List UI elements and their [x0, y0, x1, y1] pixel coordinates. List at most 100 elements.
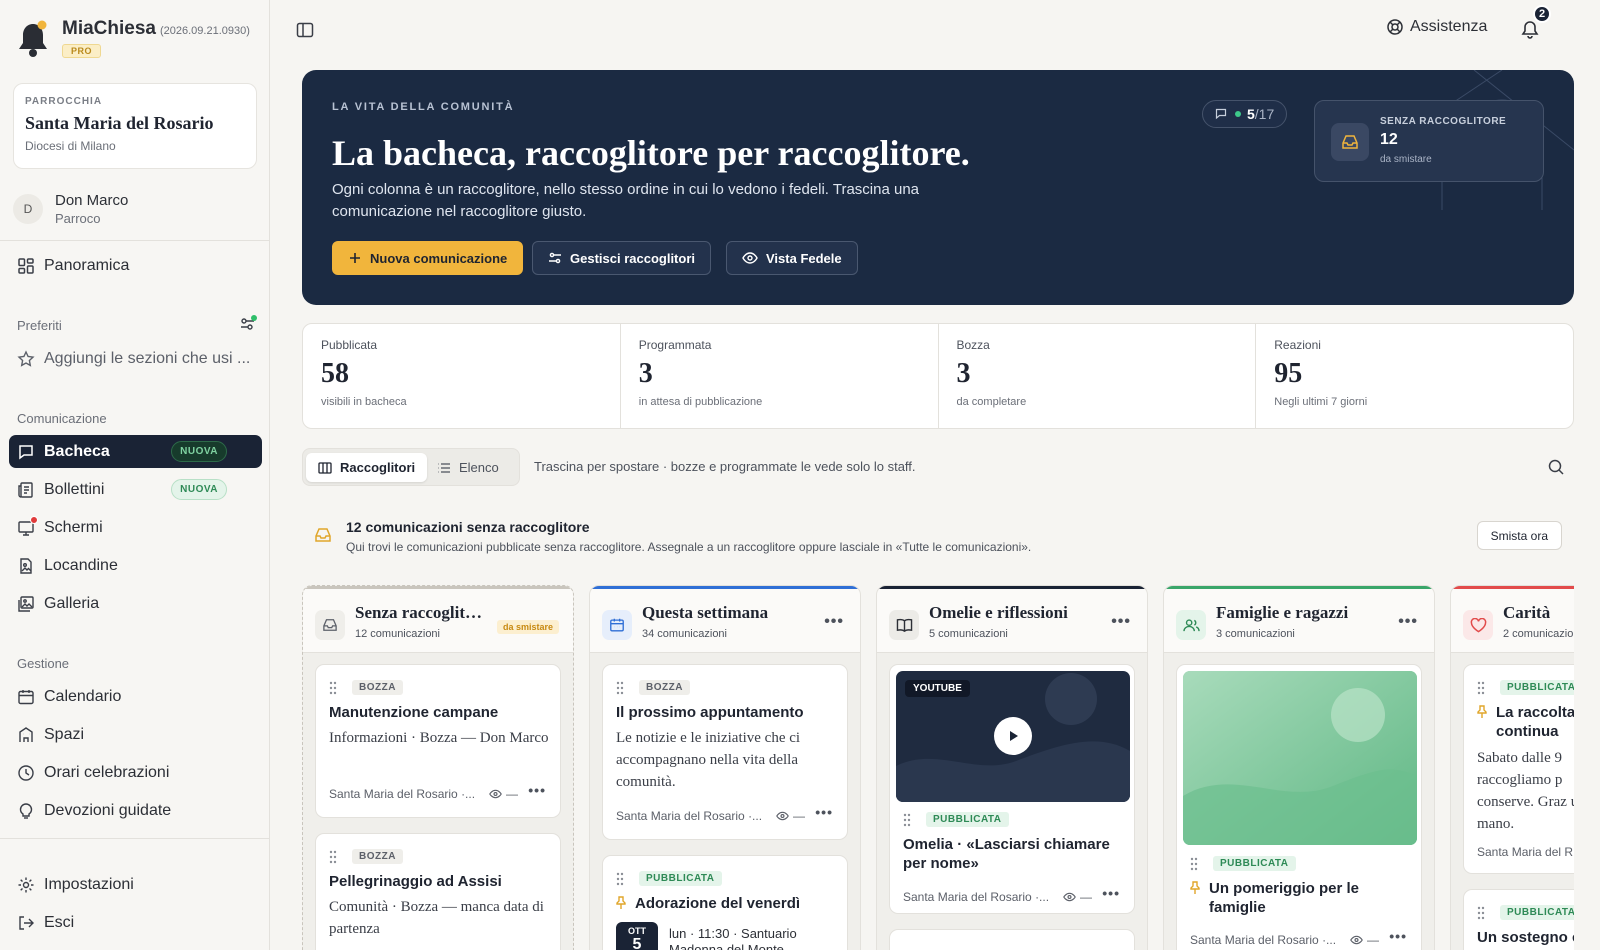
post-card[interactable]: [889, 929, 1135, 950]
drag-handle-icon[interactable]: [616, 681, 624, 695]
drag-handle-icon[interactable]: [903, 813, 911, 827]
card-title: Un pomeriggio per le famiglie: [1209, 880, 1360, 916]
sidebar-item-label: Impostazioni: [44, 875, 134, 893]
tab-folders[interactable]: Raccoglitori: [306, 453, 428, 482]
sidebar-item-locandine[interactable]: Locandine: [9, 549, 262, 582]
image-thumbnail[interactable]: [1183, 671, 1417, 845]
video-card[interactable]: YOUTUBE PUBBLICATA Omelia · «Lasciarsi c…: [889, 664, 1135, 914]
sidebar-item-label: Bacheca: [44, 442, 110, 460]
stat-published: Pubblicata 58 visibili in bacheca: [303, 324, 621, 428]
card-title: Manutenzione campane: [329, 704, 499, 721]
sidebar-item-bollettini[interactable]: Bollettini NUOVA: [9, 473, 262, 506]
stat-draft: Bozza 3 da completare: [939, 324, 1257, 428]
stat-label: Reazioni: [1274, 338, 1321, 352]
card-menu-button[interactable]: •••: [815, 804, 833, 820]
list-icon: [438, 462, 450, 473]
sidebar-item-bacheca[interactable]: Bacheca NUOVA: [9, 435, 262, 468]
gear-icon: [17, 876, 35, 894]
card-footer: Santa Maria del R: [1477, 845, 1574, 859]
sidebar-item-settings[interactable]: Impostazioni: [9, 868, 262, 901]
lightbulb-icon: [17, 802, 35, 820]
column-menu-button[interactable]: •••: [1111, 613, 1131, 631]
customize-favorites-icon[interactable]: [239, 315, 257, 333]
clock-icon: [17, 764, 35, 782]
drag-handle-icon[interactable]: [329, 681, 337, 695]
images-icon: [17, 595, 35, 613]
sidebar-item-label: Calendario: [44, 687, 122, 705]
card-body: Sabato dalle 9 raccogliamo p conserve. G…: [1477, 750, 1574, 832]
sidebar: MiaChiesa (2026.09.21.0930) PRO PARROCCHI…: [0, 0, 270, 950]
drag-hint: Trascina per spostare · bozze e programm…: [534, 459, 916, 474]
plus-icon: [350, 253, 360, 263]
alert-dot: [30, 515, 38, 524]
sidebar-item-galleria[interactable]: Galleria: [9, 587, 262, 620]
calendar-icon: [17, 688, 35, 706]
card-title: Adorazione del venerdì: [635, 895, 801, 912]
image-card[interactable]: PUBBLICATA Un pomeriggio per le famiglie…: [1176, 664, 1422, 950]
manage-folders-button[interactable]: Gestisci raccoglitori: [532, 241, 711, 275]
hero-title: La bacheca, raccoglitore per raccoglitor…: [332, 133, 970, 173]
column-header[interactable]: Senza raccoglitore 12 comunicazioni da s…: [303, 589, 573, 653]
user-profile[interactable]: D Don Marco Parroco: [13, 192, 128, 226]
post-card[interactable]: BOZZA Il prossimo appuntamento Le notizi…: [602, 664, 848, 840]
sidebar-item-devozioni[interactable]: Devozioni guidate: [9, 794, 262, 827]
sidebar-item-schermi[interactable]: Schermi: [9, 511, 262, 544]
help-button[interactable]: Assistenza: [1386, 18, 1487, 36]
video-thumbnail[interactable]: YOUTUBE: [896, 671, 1130, 802]
tab-label: Elenco: [459, 460, 499, 475]
column-header[interactable]: Questa settimana 34 comunicazioni •••: [590, 589, 860, 653]
column-menu-button[interactable]: •••: [824, 613, 844, 631]
favorites-hint-label: Aggiungi le sezioni che usi ...: [44, 349, 251, 367]
drag-handle-icon[interactable]: [1477, 906, 1485, 920]
sidebar-item-spazi[interactable]: Spazi: [9, 718, 262, 751]
column-header[interactable]: Carità 2 comunicazioni: [1451, 589, 1574, 653]
sidebar-toggle-icon[interactable]: [295, 20, 315, 40]
columns-icon: [318, 461, 332, 474]
column-header[interactable]: Omelie e riflessioni 5 comunicazioni •••: [877, 589, 1147, 653]
column-tag: da smistare: [496, 620, 559, 634]
date-day: 5: [632, 936, 642, 950]
divider: [0, 838, 269, 839]
post-card[interactable]: PUBBLICATA La raccolta continua Sabato d…: [1463, 664, 1574, 874]
favorites-hint[interactable]: Aggiungi le sezioni che usi ...: [9, 342, 262, 375]
card-menu-button[interactable]: •••: [528, 782, 546, 798]
sidebar-item-overview[interactable]: Panoramica: [9, 249, 262, 282]
post-card[interactable]: BOZZA Pellegrinaggio ad Assisi Comunità …: [315, 833, 561, 950]
hero-kicker: LA VITA DELLA COMUNITÀ: [332, 101, 515, 113]
drag-handle-icon[interactable]: [329, 850, 337, 864]
sidebar-item-orari[interactable]: Orari celebrazioni: [9, 756, 262, 789]
unsorted-kicker: SENZA RACCOGLITORE: [1380, 116, 1507, 127]
post-card[interactable]: PUBBLICATA Un sostegno c: [1463, 889, 1574, 950]
brand[interactable]: MiaChiesa (2026.09.21.0930) PRO: [16, 18, 250, 60]
column-header[interactable]: Famiglie e ragazzi 3 comunicazioni •••: [1164, 589, 1434, 653]
new-post-button[interactable]: Nuova comunicazione: [332, 241, 524, 275]
parish-switcher[interactable]: PARROCCHIA Santa Maria del Rosario Dioce…: [13, 83, 257, 169]
tab-list[interactable]: Elenco: [425, 453, 511, 482]
counter-current: 5: [1247, 106, 1255, 122]
column-menu-button[interactable]: •••: [1398, 613, 1418, 631]
faithful-view-button[interactable]: Vista Fedele: [726, 241, 858, 275]
search-icon[interactable]: [1547, 458, 1565, 476]
sort-now-button[interactable]: Smista ora: [1476, 521, 1562, 550]
drag-handle-icon[interactable]: [1190, 857, 1198, 871]
stat-sub: in attesa di pubblicazione: [638, 396, 763, 408]
views-count: —: [1367, 933, 1379, 947]
views-indicator: —: [776, 809, 805, 823]
views-indicator: —: [1350, 933, 1379, 947]
date-month: OTT: [628, 926, 646, 936]
unsorted-summary-card[interactable]: SENZA RACCOGLITORE 12 da smistare: [1314, 100, 1544, 182]
card-title: Omelia · «Lasciarsi chiamare per nome»: [903, 836, 1110, 872]
event-card[interactable]: PUBBLICATA Adorazione del venerdì OTT 5 …: [602, 855, 848, 950]
card-footer: Santa Maria del Rosario ·...: [903, 890, 1050, 904]
sidebar-item-logout[interactable]: Esci: [9, 906, 262, 939]
sidebar-item-calendario[interactable]: Calendario: [9, 680, 262, 713]
card-menu-button[interactable]: •••: [1102, 885, 1120, 901]
hero-banner: LA VITA DELLA COMUNITÀ La bacheca, racco…: [302, 70, 1574, 305]
card-menu-button[interactable]: •••: [1389, 928, 1407, 944]
post-card[interactable]: BOZZA Manutenzione campane Informazioni …: [315, 664, 561, 818]
drag-handle-icon[interactable]: [616, 872, 624, 886]
play-icon[interactable]: [994, 717, 1032, 755]
parish-name: Santa Maria del Rosario: [25, 113, 214, 133]
drag-handle-icon[interactable]: [1477, 681, 1485, 695]
youtube-label: YOUTUBE: [905, 680, 970, 697]
